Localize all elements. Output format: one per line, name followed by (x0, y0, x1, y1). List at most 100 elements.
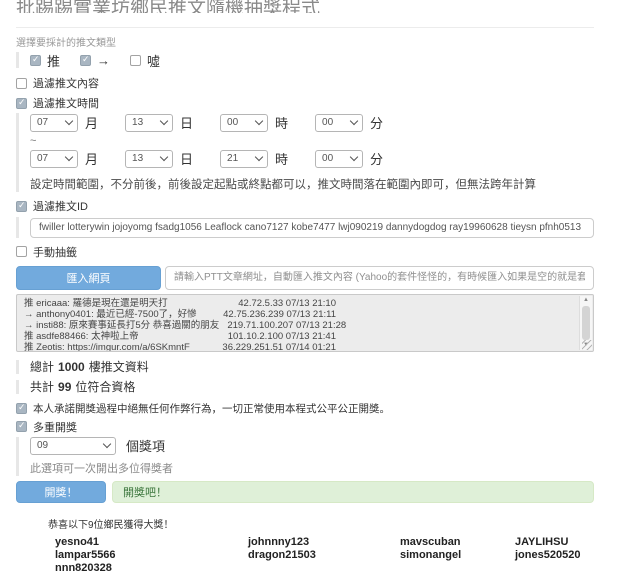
time-end-row: 07 月 13 日 21 時 00 分 (30, 149, 594, 168)
chevron-down-icon (255, 117, 263, 125)
winner-name: yesno41 (55, 536, 248, 549)
multi-draw-label: 多重開獎 (33, 419, 77, 435)
push-checkbox[interactable] (30, 55, 41, 66)
minute-unit-label: 分 (370, 113, 383, 132)
push-meta: 36.229.251.51 07/14 01:21 (222, 342, 336, 352)
push-text: 推 asdfe88466: 太神啦上帝 (24, 331, 139, 342)
push-meta: 42.72.5.33 07/13 21:10 (238, 298, 336, 309)
manual-draw-label: 手動抽籤 (33, 244, 77, 260)
winner-name: jones520520 (515, 549, 580, 562)
filter-content-checkbox[interactable] (16, 78, 27, 89)
push-type-options: 推 → 噓 (30, 52, 594, 68)
promise-row: 本人承諾開獎過程中絕無任何作弊行為，一切正常使用本程式公平公正開獎。 (16, 401, 594, 416)
hour-unit-label: 時 (275, 149, 288, 168)
import-button[interactable]: 匯入網頁 (16, 266, 161, 290)
manual-draw-checkbox[interactable] (16, 246, 27, 257)
winner-name: lampar5566 (55, 549, 248, 562)
end-day-value: 13 (132, 153, 143, 164)
end-hour-value: 21 (227, 153, 238, 164)
push-type-option-boo: 噓 (130, 51, 160, 70)
arrow-checkbox[interactable] (80, 55, 91, 66)
start-month-select[interactable]: 07 (30, 114, 78, 132)
push-content-textarea[interactable]: 推 ericaaa: 羅德是現在還是明天打 42.72.5.33 07/13 21… (16, 294, 594, 352)
push-meta: 42.75.236.239 07/13 21:11 (223, 309, 336, 320)
start-day-value: 13 (132, 117, 143, 128)
prize-count-value: 09 (37, 440, 48, 451)
filter-content-label: 過濾推文內容 (33, 75, 99, 91)
id-filter-group (16, 217, 594, 238)
multi-draw-row: 多重開獎 (16, 419, 594, 435)
minute-unit-label: 分 (370, 149, 383, 168)
multi-draw-hint: 此選項可一次開出多位得獎者 (30, 460, 594, 476)
start-day-select[interactable]: 13 (125, 114, 173, 132)
boo-checkbox-label: 噓 (147, 51, 160, 70)
start-hour-select[interactable]: 00 (220, 114, 268, 132)
promise-checkbox[interactable] (16, 403, 27, 414)
time-range-group: 07 月 13 日 00 時 00 分 ~ 07 (16, 113, 594, 192)
manual-draw-row: 手動抽籤 (16, 244, 594, 260)
push-text: 推 ericaaa: 羅德是現在還是明天打 (24, 298, 168, 309)
filter-id-checkbox[interactable] (16, 201, 27, 212)
draw-button[interactable]: 開獎！ (16, 481, 106, 503)
push-meta: 219.71.100.207 07/13 21:28 (227, 320, 346, 331)
hour-unit-label: 時 (275, 113, 288, 132)
page-header: 批踢踢實業坊鄉民推文隨機抽獎程式 (16, 0, 594, 13)
start-minute-select[interactable]: 00 (315, 114, 363, 132)
filter-time-label: 過濾推文時間 (33, 95, 99, 111)
qualified-value: 99 (58, 380, 71, 394)
chevron-down-icon (255, 153, 263, 161)
chevron-down-icon (350, 117, 358, 125)
winners-grid: yesno41lampar5566nnn820328johnnny123drag… (48, 536, 594, 575)
push-line: → anthony0401: 最近已經-7500了，好慘 42.75.236.23… (24, 309, 336, 320)
end-hour-select[interactable]: 21 (220, 150, 268, 168)
time-range-help: 設定時間範圍，不分前後，前後設定起點或終點都可以，推文時間落在範圍內即可，但無法… (30, 176, 594, 192)
end-month-value: 07 (37, 153, 48, 164)
time-start-row: 07 月 13 日 00 時 00 分 (30, 113, 594, 132)
end-month-select[interactable]: 07 (30, 150, 78, 168)
chevron-down-icon (350, 153, 358, 161)
end-minute-select[interactable]: 00 (315, 150, 363, 168)
boo-checkbox[interactable] (130, 55, 141, 66)
start-hour-value: 00 (227, 117, 238, 128)
total-prefix: 總計 (30, 360, 54, 374)
qualified-stat-group: 共計 99 位符合資格 (16, 380, 594, 394)
resize-grip-icon[interactable] (582, 340, 592, 350)
end-minute-value: 00 (322, 153, 333, 164)
header-divider (16, 27, 594, 28)
push-checkbox-label: 推 (47, 51, 60, 70)
main-content: 批踢踢實業坊鄉民推文隨機抽獎程式 選擇要採計的推文類型 推 → 噓 過濾推文內容… (0, 0, 640, 575)
qualified-prefix: 共計 (30, 380, 54, 394)
push-type-group: 推 → 噓 (16, 52, 594, 68)
filter-time-checkbox[interactable] (16, 98, 27, 109)
total-value: 1000 (58, 360, 85, 374)
draw-row: 開獎！ 開獎吧！ (16, 481, 594, 503)
month-unit-label: 月 (85, 113, 98, 132)
draw-result-banner: 開獎吧！ (112, 481, 594, 503)
push-text: → anthony0401: 最近已經-7500了，好慘 (24, 309, 197, 320)
winners-column: yesno41lampar5566nnn820328 (55, 536, 248, 575)
prize-count-suffix: 個獎項 (126, 436, 165, 455)
prize-count-row: 09 個獎項 (30, 437, 594, 455)
chevron-down-icon (65, 117, 73, 125)
scroll-up-icon[interactable]: ▲ (583, 296, 589, 305)
end-day-select[interactable]: 13 (125, 150, 173, 168)
prize-count-group: 09 個獎項 此選項可一次開出多位得獎者 (16, 437, 594, 476)
multi-draw-checkbox[interactable] (16, 421, 27, 432)
winner-name: simonangel (400, 549, 515, 562)
month-unit-label: 月 (85, 149, 98, 168)
winners-column: johnnny123dragon21503 (248, 536, 400, 575)
article-url-input[interactable] (165, 266, 594, 290)
scrollbar-thumb[interactable] (582, 306, 590, 340)
id-filter-input[interactable] (30, 218, 594, 238)
winners-column: mavscubansimonangel (400, 536, 515, 575)
push-line: 推 asdfe88466: 太神啦上帝101.10.2.100 07/13 21… (24, 331, 336, 342)
winner-name: JAYLIHSU (515, 536, 580, 549)
prize-count-select[interactable]: 09 (30, 437, 116, 455)
push-type-option-arrow: → (80, 53, 110, 68)
total-stat-group: 總計 1000 樓推文資料 (16, 360, 594, 374)
total-suffix: 樓推文資料 (89, 360, 149, 374)
qualified-suffix: 位符合資格 (75, 380, 135, 394)
filter-time-row: 過濾推文時間 (16, 95, 594, 111)
qualified-users-stat: 共計 99 位符合資格 (30, 380, 594, 394)
start-minute-value: 00 (322, 117, 333, 128)
